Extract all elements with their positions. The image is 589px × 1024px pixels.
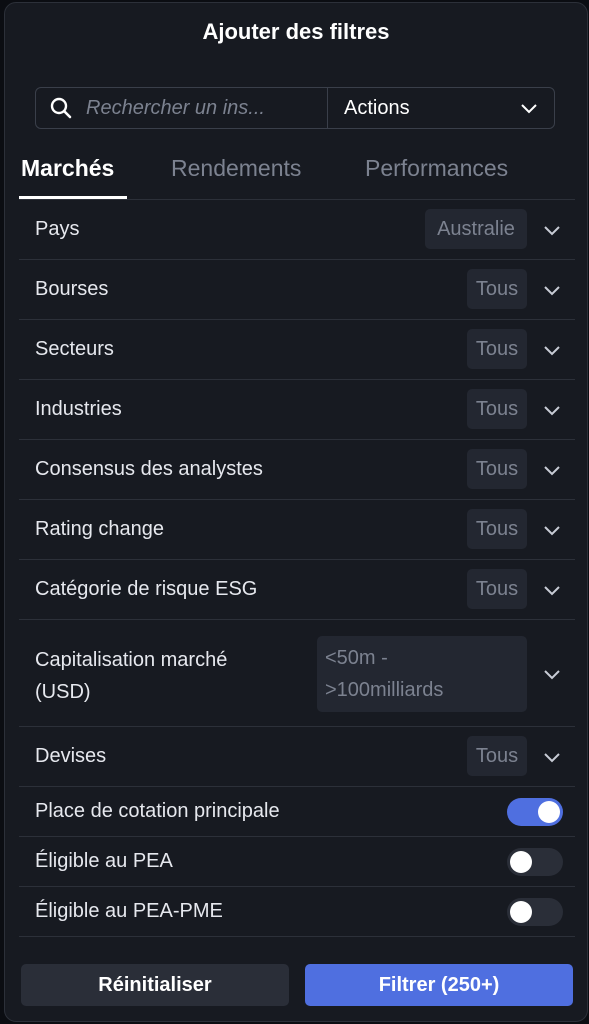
filter-label: Bourses — [35, 278, 109, 300]
filter-value-line2: >100milliards — [325, 679, 444, 701]
filter-button[interactable]: Filtrer (250+) — [305, 964, 573, 1006]
filter-label: Catégorie de risque ESG — [35, 578, 258, 600]
toggle-knob — [510, 901, 532, 923]
filter-label-line2: (USD) — [35, 681, 91, 703]
filter-row-secteurs[interactable]: Secteurs Tous — [19, 320, 575, 380]
primary-listing-toggle[interactable] — [507, 798, 563, 826]
chevron-down-icon — [521, 104, 537, 114]
search-bar: Actions — [35, 87, 555, 129]
toggle-label: Place de cotation principale — [35, 800, 280, 822]
pea-toggle[interactable] — [507, 848, 563, 876]
filter-row-devises[interactable]: Devises Tous — [19, 727, 575, 787]
filter-value-pill[interactable]: <50m - >100milliards — [317, 636, 527, 712]
filter-row-industries[interactable]: Industries Tous — [19, 380, 575, 440]
chevron-down-icon[interactable] — [543, 224, 561, 236]
modal-title: Ajouter des filtres — [202, 19, 390, 44]
filter-value-pill[interactable]: Australie — [425, 209, 527, 249]
filter-value-pill[interactable]: Tous — [467, 736, 527, 776]
filter-value-pill[interactable]: Tous — [467, 509, 527, 549]
filter-label: Devises — [35, 745, 107, 767]
chevron-down-icon[interactable] — [543, 751, 561, 763]
search-field[interactable] — [36, 88, 328, 128]
toggle-label: Éligible au PEA-PME — [35, 900, 223, 922]
tab-marches[interactable]: Marchés — [21, 155, 114, 182]
tab-rendements[interactable]: Rendements — [171, 155, 301, 182]
filter-row-rating-change[interactable]: Rating change Tous — [19, 500, 575, 560]
filter-row-market-cap[interactable]: Capitalisation marché (USD) <50m - >100m… — [19, 620, 575, 727]
filter-label: Rating change — [35, 518, 164, 540]
filter-label: Consensus des analystes — [35, 458, 263, 480]
filter-row-pays[interactable]: Pays Australie — [19, 200, 575, 260]
toggle-knob — [510, 851, 532, 873]
filter-value-line1: <50m - — [325, 647, 388, 669]
filter-value-pill[interactable]: Tous — [467, 449, 527, 489]
chevron-down-icon[interactable] — [543, 584, 561, 596]
instrument-type-select[interactable]: Actions — [328, 88, 554, 128]
toggle-row-pea: Éligible au PEA — [19, 837, 575, 887]
toggle-row-pea-pme: Éligible au PEA-PME — [19, 887, 575, 937]
filter-row-esg-risk[interactable]: Catégorie de risque ESG Tous — [19, 560, 575, 620]
search-icon — [50, 97, 72, 119]
filter-value-pill[interactable]: Tous — [467, 389, 527, 429]
filter-label: Secteurs — [35, 338, 114, 360]
filter-row-bourses[interactable]: Bourses Tous — [19, 260, 575, 320]
reset-button[interactable]: Réinitialiser — [21, 964, 289, 1006]
filter-list: Pays Australie Bourses Tous Secteurs Tou… — [19, 200, 575, 937]
instrument-type-value: Actions — [344, 96, 410, 119]
chevron-down-icon[interactable] — [543, 464, 561, 476]
add-filters-modal: Ajouter des filtres Actions Marchés Rend… — [4, 2, 588, 1022]
filter-row-consensus[interactable]: Consensus des analystes Tous — [19, 440, 575, 500]
tab-performances[interactable]: Performances — [365, 155, 508, 182]
chevron-down-icon[interactable] — [543, 344, 561, 356]
filter-label: Industries — [35, 398, 122, 420]
filter-value-pill[interactable]: Tous — [467, 269, 527, 309]
filter-tabs: Marchés Rendements Performances — [19, 151, 575, 200]
chevron-down-icon[interactable] — [543, 404, 561, 416]
filter-label: Pays — [35, 218, 80, 240]
toggle-label: Éligible au PEA — [35, 850, 173, 872]
chevron-down-icon[interactable] — [543, 668, 561, 680]
filter-label-line1: Capitalisation marché — [35, 649, 228, 671]
filter-value-pill[interactable]: Tous — [467, 329, 527, 369]
filter-value-pill[interactable]: Tous — [467, 569, 527, 609]
chevron-down-icon[interactable] — [543, 284, 561, 296]
pea-pme-toggle[interactable] — [507, 898, 563, 926]
toggle-row-primary-listing: Place de cotation principale — [19, 787, 575, 837]
active-tab-indicator — [19, 196, 127, 199]
chevron-down-icon[interactable] — [543, 524, 561, 536]
toggle-knob — [538, 801, 560, 823]
search-input[interactable] — [84, 95, 327, 121]
